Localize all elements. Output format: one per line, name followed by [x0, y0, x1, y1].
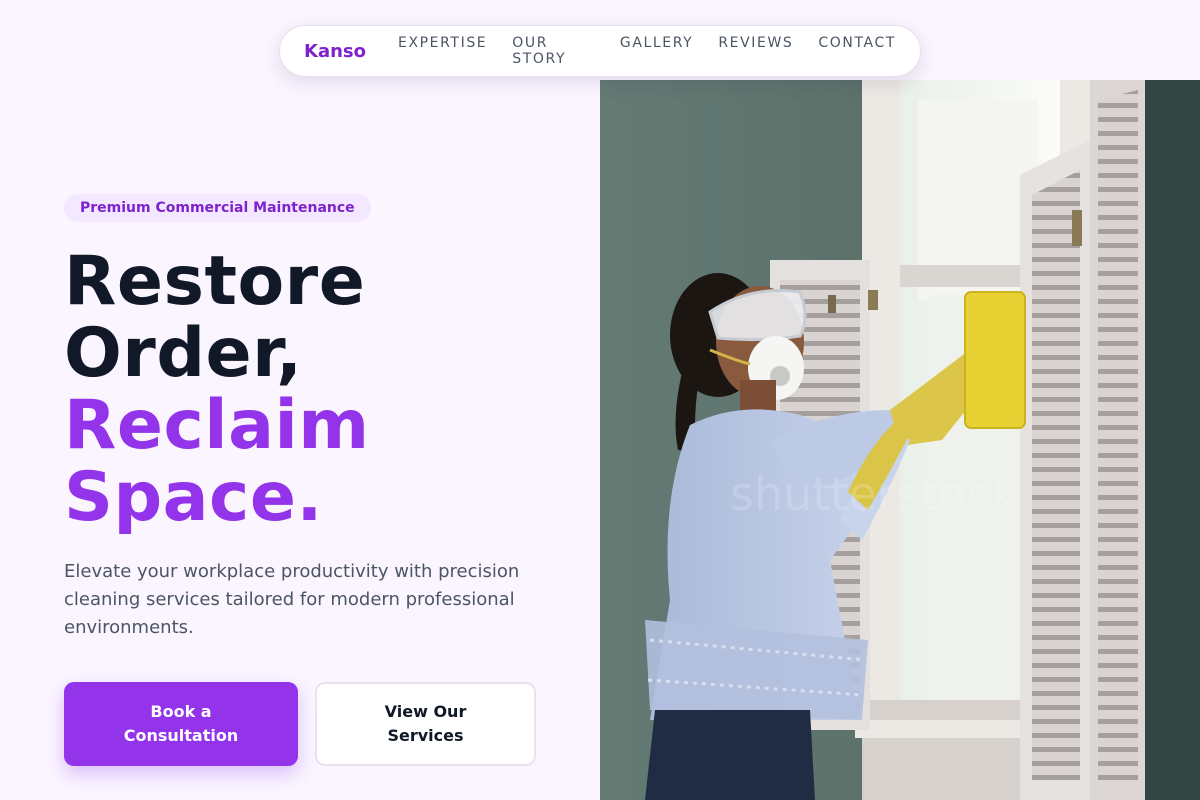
brand-logo[interactable]: Kanso [304, 41, 366, 62]
book-consultation-button[interactable]: Book a Consultation [64, 682, 298, 766]
image-watermark: shutterstock [730, 467, 1018, 521]
nav-link-gallery[interactable]: GALLERY [620, 35, 693, 67]
hero-description: Elevate your workplace productivity with… [64, 561, 520, 638]
view-services-label: View Our Services [384, 702, 467, 745]
hero-image: shutterstock [600, 80, 1200, 800]
nav-link-reviews[interactable]: REVIEWS [718, 35, 793, 67]
headline-line-restore: Restore [64, 242, 366, 321]
hero-headline: Restore Order, Reclaim Space. [64, 246, 370, 534]
nav-link-our-story[interactable]: OUR STORY [512, 35, 595, 67]
nav-links: EXPERTISE OUR STORY GALLERY REVIEWS CONT… [398, 35, 896, 67]
book-consultation-label: Book a Consultation [123, 702, 239, 745]
hero-image-illustration: shutterstock [600, 80, 1200, 800]
nav-link-contact[interactable]: CONTACT [818, 35, 896, 67]
headline-line-space: Space. [64, 458, 323, 537]
nav-link-expertise[interactable]: EXPERTISE [398, 35, 487, 67]
top-nav: Kanso EXPERTISE OUR STORY GALLERY REVIEW… [279, 25, 921, 77]
category-badge: Premium Commercial Maintenance [64, 194, 371, 222]
headline-line-reclaim: Reclaim [64, 386, 370, 465]
view-services-button[interactable]: View Our Services [315, 682, 536, 766]
headline-line-order: Order, [64, 314, 303, 393]
